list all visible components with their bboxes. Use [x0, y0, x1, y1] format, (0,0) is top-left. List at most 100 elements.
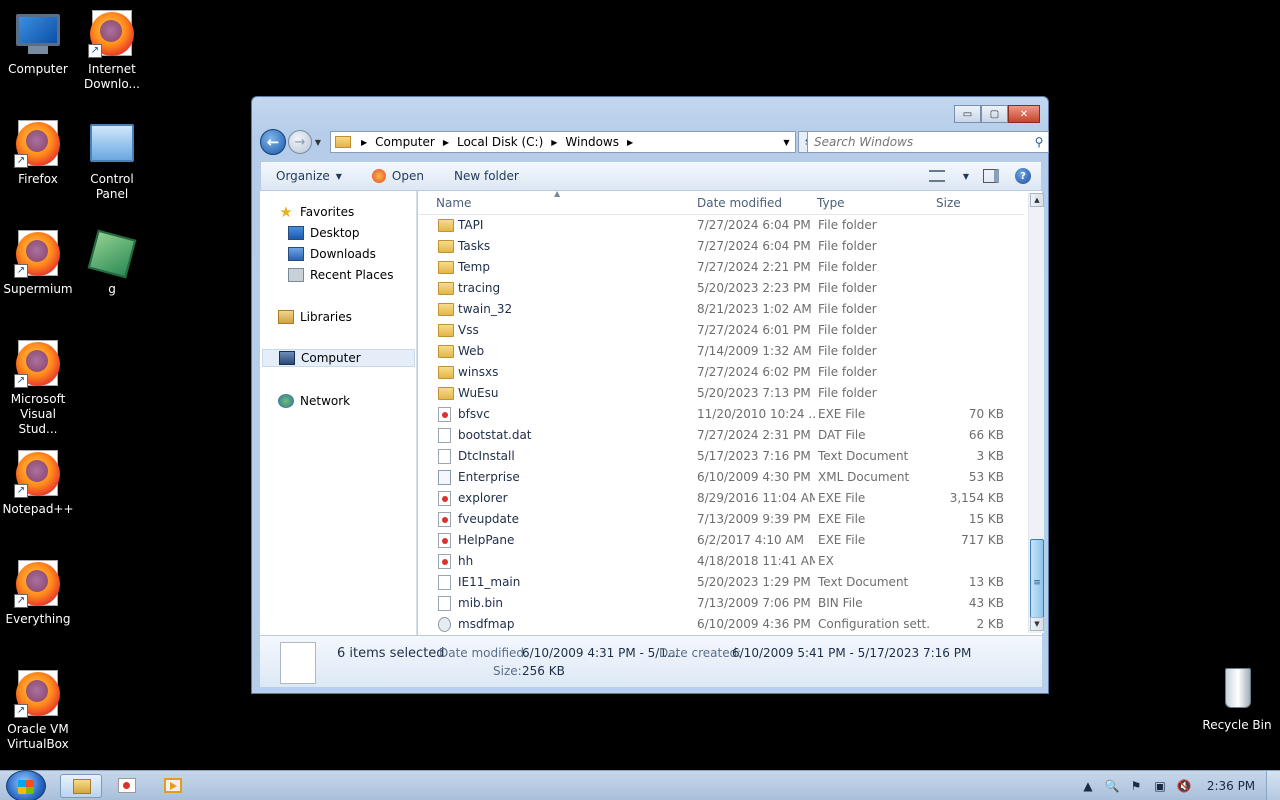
folder-icon: [438, 345, 454, 358]
desktop-icon-supermium[interactable]: ↗ Supermium: [0, 230, 76, 297]
file-date-modified: 7/27/2024 2:21 PM: [697, 260, 811, 274]
column-header-type[interactable]: Type: [817, 196, 845, 210]
search-icon[interactable]: ⚲: [1030, 135, 1048, 149]
taskbar-explorer[interactable]: [60, 774, 102, 798]
file-date-modified: 6/2/2017 4:10 AM: [697, 533, 805, 547]
address-dropdown-button[interactable]: ▼: [777, 132, 795, 152]
show-hidden-icons-icon[interactable]: ▲: [1080, 778, 1096, 794]
new-folder-button[interactable]: New folder: [439, 162, 534, 190]
start-button[interactable]: [6, 770, 46, 800]
folder-icon: [438, 303, 454, 316]
maximize-button[interactable]: ▢: [981, 105, 1008, 123]
details-pane: 6 items selected Date modified: 6/10/200…: [260, 635, 1042, 687]
organize-button[interactable]: Organize ▼: [261, 162, 357, 190]
recent-pages-dropdown[interactable]: ▼: [312, 138, 324, 147]
file-row[interactable]: winsxs 7/27/2024 6:02 PM File folder: [418, 362, 1024, 383]
back-button[interactable]: ←: [260, 129, 286, 155]
file-row[interactable]: TAPI 7/27/2024 6:04 PM File folder: [418, 215, 1024, 236]
nav-libraries[interactable]: Libraries: [278, 308, 352, 326]
file-row[interactable]: twain_32 8/21/2023 1:02 AM File folder: [418, 299, 1024, 320]
preview-pane-icon[interactable]: [983, 169, 999, 183]
folder-icon: [438, 219, 454, 232]
column-header-date-modified[interactable]: Date modified: [697, 196, 782, 210]
nav-favorites[interactable]: ★ Favorites: [278, 203, 354, 221]
navigation-pane: ★ Favorites Desktop Downloads Recent Plac…: [260, 191, 417, 635]
file-row[interactable]: msdfmap 6/10/2009 4:36 PM Configuration se…: [418, 614, 1024, 635]
file-row[interactable]: Tasks 7/27/2024 6:04 PM File folder: [418, 236, 1024, 257]
show-desktop-button[interactable]: [1266, 771, 1280, 800]
breadcrumb-chevron-icon[interactable]: ▶: [357, 138, 371, 147]
file-row[interactable]: bfsvc 11/20/2010 10:24 ... EXE File 70 KB: [418, 404, 1024, 425]
file-row[interactable]: Enterprise 6/10/2009 4:30 PM XML Document 5…: [418, 467, 1024, 488]
open-button[interactable]: Open: [357, 162, 439, 190]
file-row[interactable]: bootstat.dat 7/27/2024 2:31 PM DAT File 66 …: [418, 425, 1024, 446]
nav-computer[interactable]: Computer: [262, 349, 415, 367]
column-header-size[interactable]: Size: [936, 196, 961, 210]
file-row[interactable]: WuEsu 5/20/2023 7:13 PM File folder: [418, 383, 1024, 404]
view-options-dropdown[interactable]: ▼: [963, 172, 969, 181]
desktop-icon-control-panel[interactable]: Control Panel: [74, 120, 150, 202]
breadcrumb-local-disk[interactable]: Local Disk (C:): [453, 135, 547, 149]
file-name: tracing: [458, 281, 501, 295]
close-button[interactable]: ✕: [1008, 105, 1040, 123]
scrollbar-thumb[interactable]: ≡: [1030, 539, 1044, 627]
file-rows: TAPI 7/27/2024 6:04 PM File folder Tasks 7/2…: [418, 215, 1024, 635]
change-view-icon[interactable]: [928, 170, 945, 182]
address-bar[interactable]: ▶ Computer ▶ Local Disk (C:) ▶ Windows ▶…: [330, 131, 796, 153]
file-row[interactable]: HelpPane 6/2/2017 4:10 AM EXE File 717 KB: [418, 530, 1024, 551]
desktop-icon-computer[interactable]: Computer: [0, 10, 76, 77]
volume-muted-icon[interactable]: 🔇: [1176, 778, 1192, 794]
file-row[interactable]: DtcInstall 5/17/2023 7:16 PM Text Document…: [418, 446, 1024, 467]
forward-button[interactable]: →: [288, 130, 312, 154]
file-name: TAPI: [458, 218, 484, 232]
breadcrumb-chevron-icon[interactable]: ▶: [623, 138, 637, 147]
file-row[interactable]: explorer 8/29/2016 11:04 AM EXE File 3,154 …: [418, 488, 1024, 509]
nav-recent-places[interactable]: Recent Places: [288, 266, 393, 284]
search-input[interactable]: [808, 135, 1030, 149]
taskbar-document[interactable]: [106, 774, 148, 798]
nav-downloads[interactable]: Downloads: [288, 245, 376, 263]
file-row[interactable]: Vss 7/27/2024 6:01 PM File folder: [418, 320, 1024, 341]
file-date-modified: 7/13/2009 7:06 PM: [697, 596, 811, 610]
file-row[interactable]: fveupdate 7/13/2009 9:39 PM EXE File 15 KB: [418, 509, 1024, 530]
file-name: IE11_main: [458, 575, 521, 589]
desktop-icon-virtualbox[interactable]: ↗ Oracle VM VirtualBox: [0, 670, 76, 752]
minimize-button[interactable]: ▭: [954, 105, 981, 123]
nav-network[interactable]: Network: [278, 392, 350, 410]
desktop-icon-everything[interactable]: ↗ Everything: [0, 560, 76, 627]
desktop-icon-visual-studio[interactable]: ↗ Microsoft Visual Stud...: [0, 340, 76, 437]
network-tray-icon[interactable]: ▣: [1152, 778, 1168, 794]
help-icon[interactable]: ?: [1015, 168, 1031, 184]
file-name: explorer: [458, 491, 508, 505]
vertical-scrollbar[interactable]: ▲ ≡ ▼: [1028, 193, 1044, 633]
scroll-down-button[interactable]: ▼: [1030, 617, 1044, 631]
file-row[interactable]: IE11_main 5/20/2023 1:29 PM Text Document 1…: [418, 572, 1024, 593]
file-name: Temp: [458, 260, 490, 274]
breadcrumb-chevron-icon[interactable]: ▶: [439, 138, 453, 147]
file-name: HelpPane: [458, 533, 515, 547]
file-type: EX: [818, 554, 834, 568]
breadcrumb-chevron-icon[interactable]: ▶: [547, 138, 561, 147]
desktop-icon-notepadpp[interactable]: ↗ Notepad++: [0, 450, 76, 517]
scroll-up-button[interactable]: ▲: [1030, 193, 1044, 207]
desktop-icon-g[interactable]: g: [74, 229, 150, 297]
desktop-icon-firefox[interactable]: ↗ Firefox: [0, 120, 76, 187]
file-row[interactable]: hh 4/18/2018 11:41 AM EX: [418, 551, 1024, 572]
file-row[interactable]: tracing 5/20/2023 2:23 PM File folder: [418, 278, 1024, 299]
file-size: 70 KB: [968, 407, 1004, 421]
desktop-icon-internet-download[interactable]: ↗ Internet Downlo...: [74, 10, 150, 92]
taskbar-media-player[interactable]: [152, 774, 194, 798]
search-tray-icon[interactable]: 🔍: [1104, 778, 1120, 794]
nav-label: Recent Places: [310, 268, 394, 282]
file-row[interactable]: Web 7/14/2009 1:32 AM File folder: [418, 341, 1024, 362]
desktop-icon-recycle-bin[interactable]: Recycle Bin: [1199, 666, 1275, 733]
breadcrumb-windows[interactable]: Windows: [561, 135, 623, 149]
action-center-flag-icon[interactable]: ⚑: [1128, 778, 1144, 794]
file-row[interactable]: mib.bin 7/13/2009 7:06 PM BIN File 43 KB: [418, 593, 1024, 614]
clock[interactable]: 2:36 PM: [1196, 779, 1266, 793]
breadcrumb-computer[interactable]: Computer: [371, 135, 439, 149]
column-header-name[interactable]: Name: [436, 196, 471, 210]
file-row[interactable]: Temp 7/27/2024 2:21 PM File folder: [418, 257, 1024, 278]
file-date-modified: 7/14/2009 1:32 AM: [697, 344, 812, 358]
nav-desktop[interactable]: Desktop: [288, 224, 360, 242]
